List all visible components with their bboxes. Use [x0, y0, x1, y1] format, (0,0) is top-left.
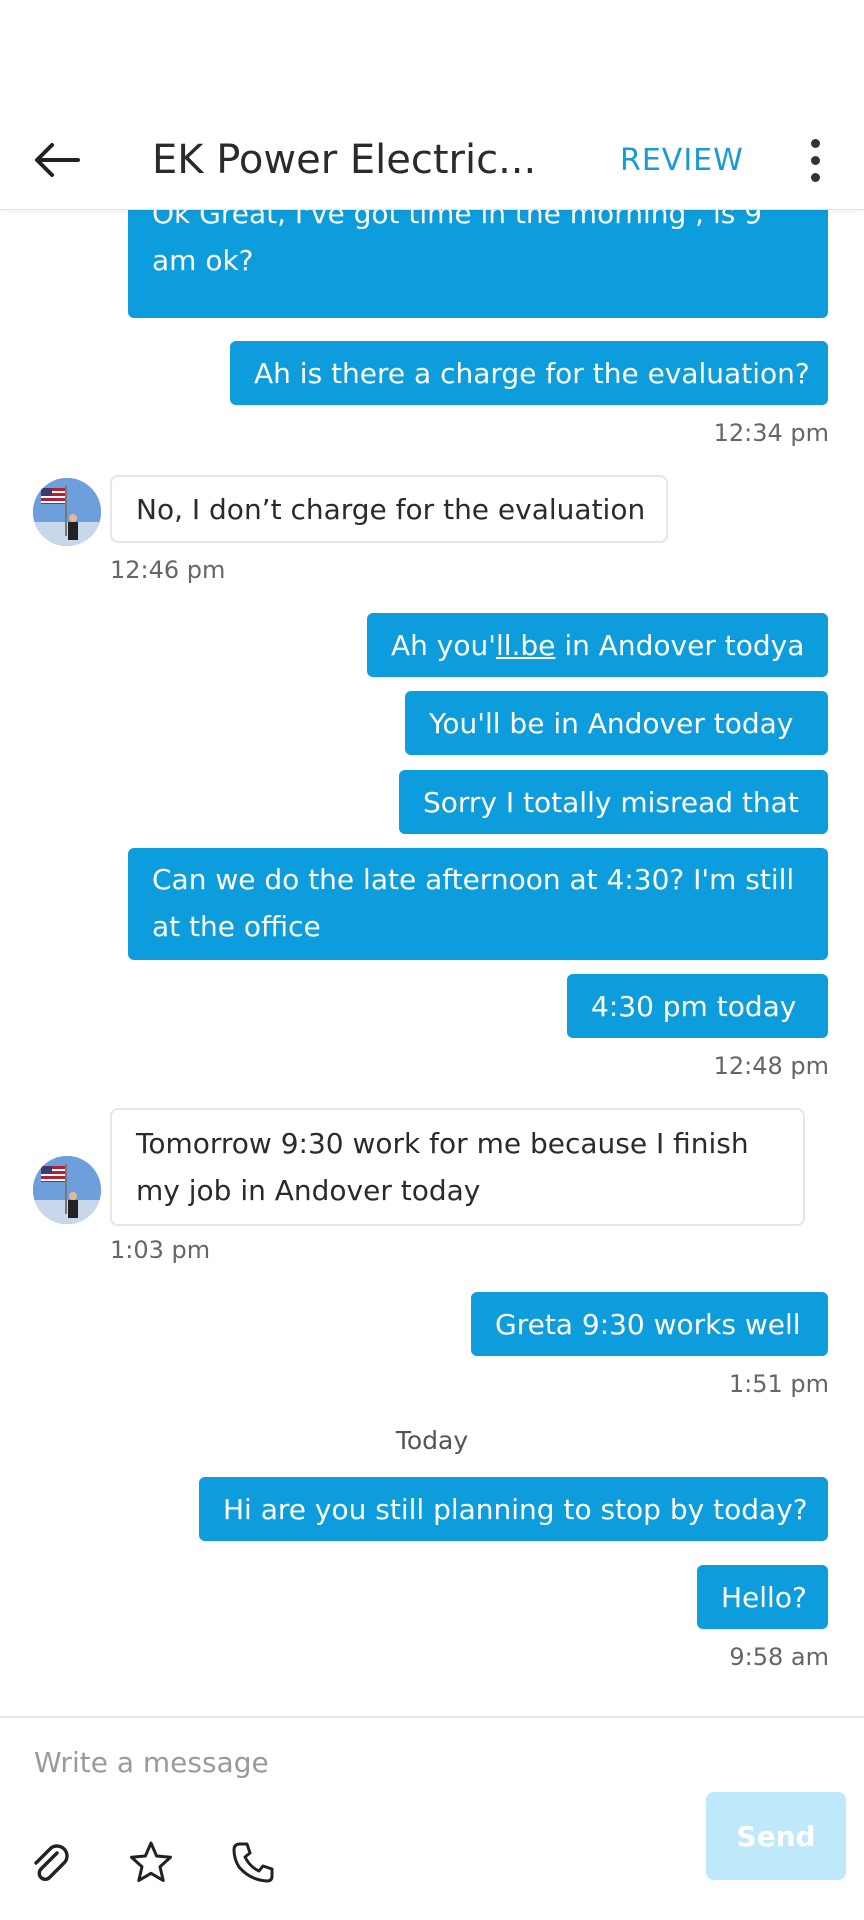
message-timestamp: 1:03 pm: [110, 1236, 211, 1264]
message-text: am ok?: [152, 244, 254, 277]
message-text: Ok Great, I've got time in the morning ,…: [152, 210, 763, 230]
outgoing-message: Greta 9:30 works well: [471, 1292, 828, 1356]
paperclip-icon: [34, 1844, 69, 1881]
message-timestamp: 9:58 am: [729, 1643, 829, 1671]
app-bar: EK Power Electric... REVIEW: [0, 110, 864, 210]
message-text: Can we do the late afternoon at 4:30? I'…: [152, 863, 795, 896]
status-bar-area: [0, 0, 864, 110]
avatar: [33, 1156, 101, 1224]
outgoing-message: Hello?: [697, 1565, 828, 1629]
incoming-message: Tomorrow 9:30 work for me because I fini…: [110, 1108, 805, 1226]
outgoing-message: Can we do the late afternoon at 4:30? I'…: [128, 848, 828, 960]
avatar: [33, 478, 101, 546]
message-timestamp: 12:48 pm: [713, 1052, 829, 1080]
outgoing-message: 4:30 pm today: [567, 974, 828, 1038]
message-composer: Send: [0, 1716, 864, 1920]
send-button[interactable]: Send: [706, 1792, 846, 1880]
more-vertical-icon: [810, 138, 820, 148]
outgoing-message: Ok Great, I've got time in the morning ,…: [128, 210, 828, 318]
attach-button[interactable]: [22, 1834, 78, 1890]
message-text: at the office: [152, 910, 321, 943]
message-text: in Andover todya: [555, 628, 805, 662]
arrow-left-icon: [35, 143, 80, 177]
incoming-message: No, I don’t charge for the evaluation: [110, 475, 668, 543]
message-text: Ah you': [391, 628, 496, 662]
message-timestamp: 1:51 pm: [728, 1370, 829, 1398]
outgoing-message: Sorry I totally misread that: [399, 770, 828, 834]
message-text: my job in Andover today: [136, 1174, 481, 1207]
outgoing-message: Ah is there a charge for the evaluation?: [230, 341, 828, 405]
outgoing-message: You'll be in Andover today: [405, 691, 828, 755]
avatar-photo: [33, 1156, 101, 1224]
message-timestamp: 12:46 pm: [110, 556, 226, 584]
day-divider: Today: [395, 1426, 469, 1455]
star-icon: [130, 1841, 172, 1882]
favorite-button[interactable]: [123, 1834, 179, 1890]
message-timestamp: 12:34 pm: [713, 419, 829, 447]
message-link[interactable]: ll.be: [496, 629, 555, 662]
message-thread[interactable]: Ok Great, I've got time in the morning ,…: [0, 210, 864, 1716]
message-text: Tomorrow 9:30 work for me because I fini…: [136, 1127, 749, 1160]
phone-icon: [232, 1842, 274, 1883]
conversation-title: EK Power Electric...: [152, 137, 537, 183]
message-input[interactable]: [32, 1732, 812, 1792]
review-button[interactable]: REVIEW: [620, 136, 744, 186]
outgoing-message: Hi are you still planning to stop by tod…: [199, 1477, 828, 1541]
back-button[interactable]: [26, 130, 86, 190]
avatar-photo: [33, 478, 101, 546]
call-button[interactable]: [225, 1834, 281, 1890]
more-options-button[interactable]: [790, 130, 840, 190]
outgoing-message: Ah you' ll.be in Andover todya: [367, 613, 828, 677]
